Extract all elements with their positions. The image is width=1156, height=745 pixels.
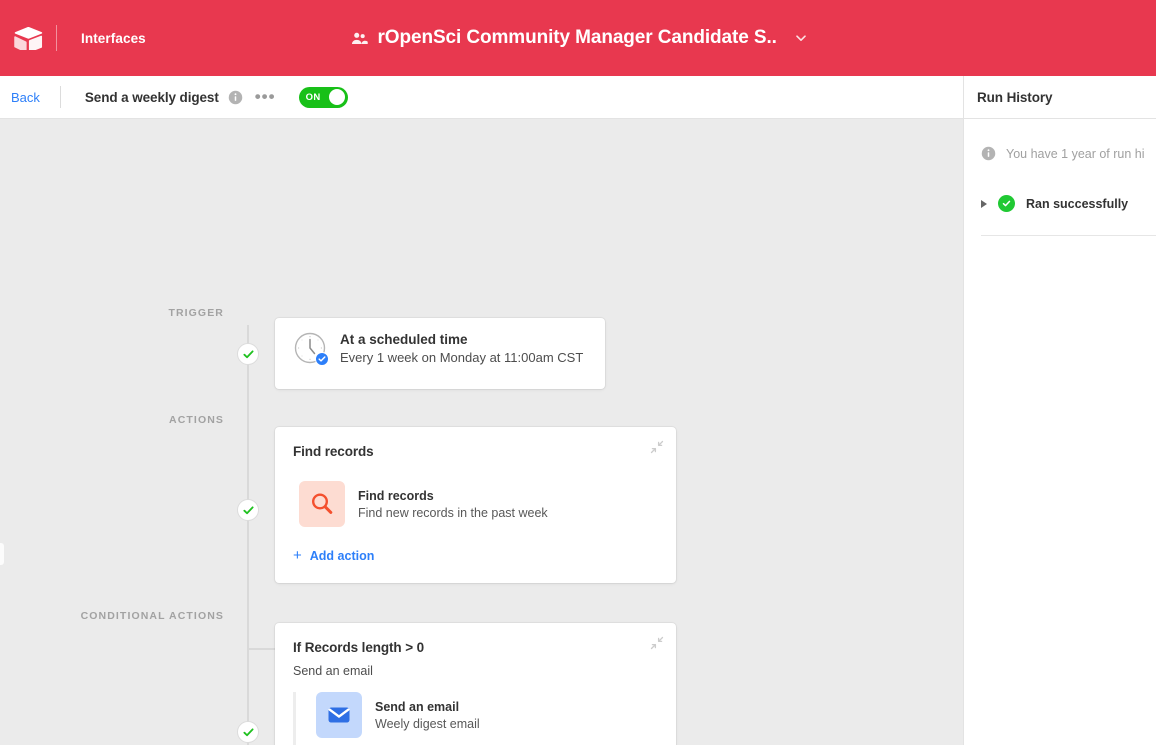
conditional-header: If Records length > 0 (275, 623, 676, 655)
automation-name[interactable]: Send a weekly digest (85, 90, 219, 105)
triangle-right-icon[interactable] (981, 199, 987, 208)
check-icon (242, 727, 254, 736)
action-text-group-email: Send an email Weely digest email (375, 700, 480, 731)
connector-line-trigger (247, 325, 249, 415)
info-icon[interactable] (228, 90, 243, 105)
check-badge-icon (315, 352, 329, 366)
airtable-logo-button[interactable] (0, 26, 56, 50)
info-icon (981, 146, 996, 161)
search-icon (311, 493, 333, 514)
more-options-button[interactable]: ••• (255, 88, 276, 105)
conditional-nested-group: Send an email Weely digest email + Add a… (293, 692, 658, 745)
automation-editor: Interfaces rOpenSci Community Manager Ca… (0, 0, 1156, 745)
connector-branch-conditional (247, 648, 277, 650)
search-icon-tile (299, 481, 345, 527)
envelope-icon (328, 707, 350, 723)
base-title[interactable]: rOpenSci Community Manager Candidate S..… (378, 27, 778, 49)
add-action-button-find[interactable]: + Add action (293, 547, 658, 564)
check-icon (1002, 200, 1011, 207)
action-title-find: Find records (358, 488, 434, 503)
app-name-label: Interfaces (81, 30, 146, 46)
check-icon (242, 349, 254, 358)
find-records-title: Find records (293, 444, 374, 459)
find-records-header: Find records (275, 427, 676, 459)
base-title-group: rOpenSci Community Manager Candidate S..… (0, 0, 1156, 76)
conditional-group-label: Send an email (293, 664, 373, 678)
trigger-title: At a scheduled time (340, 331, 468, 347)
automation-toolbar: Back Send a weekly digest ••• ON (0, 76, 963, 119)
topbar-divider (56, 25, 57, 51)
run-history-item-label: Ran successfully (1026, 196, 1129, 211)
action-text-group-find: Find records Find new records in the pas… (358, 489, 548, 520)
section-label-conditional: CONDITIONAL ACTIONS (80, 610, 224, 622)
check-circle-icon (998, 195, 1015, 212)
run-history-header: Run History (964, 76, 1156, 119)
back-button[interactable]: Back (11, 90, 40, 105)
toggle-knob (328, 89, 345, 105)
conditional-actions-card[interactable]: If Records length > 0 Send an email Send… (275, 623, 676, 745)
action-row-find[interactable]: Find records Find new records in the pas… (299, 481, 658, 527)
status-node-actions (237, 499, 259, 521)
add-action-label-find: Add action (309, 549, 375, 563)
trigger-text-group: At a scheduled time Every 1 week on Mond… (340, 332, 583, 365)
run-history-item[interactable]: Ran successfully (964, 161, 1156, 212)
automation-enabled-toggle[interactable]: ON (298, 86, 348, 108)
run-history-panel: Run History You have 1 year of run hi Ra… (963, 76, 1156, 745)
toolbar-divider (59, 86, 61, 108)
collapse-diagonal-icon[interactable] (650, 440, 664, 454)
conditional-title: If Records length > 0 (293, 640, 425, 655)
left-panel-handle[interactable] (0, 543, 4, 565)
run-history-title: Run History (977, 89, 1053, 105)
trigger-icon-wrap (293, 331, 329, 366)
chevron-down-icon[interactable] (795, 32, 807, 44)
collapse-diagonal-icon[interactable] (650, 636, 664, 650)
trigger-card[interactable]: At a scheduled time Every 1 week on Mond… (275, 318, 605, 389)
section-label-actions: ACTIONS (169, 414, 224, 426)
top-bar: Interfaces rOpenSci Community Manager Ca… (0, 0, 1156, 76)
action-description-find: Find new records in the past week (358, 505, 548, 520)
find-records-body: Find records Find new records in the pas… (275, 459, 676, 563)
plus-icon: + (293, 547, 302, 564)
find-records-card[interactable]: Find records Find records Find new recor… (275, 427, 676, 583)
trigger-description: Every 1 week on Monday at 11:00am CST (340, 349, 584, 365)
action-description-email: Weely digest email (375, 716, 480, 731)
run-history-notice-text: You have 1 year of run hi (1006, 146, 1145, 161)
toggle-state-label: ON (305, 91, 321, 103)
automation-canvas: TRIGGER ACTIONS CONDITIONAL ACTIONS At a… (0, 119, 963, 745)
run-history-divider (981, 235, 1156, 236)
status-node-trigger (237, 343, 259, 365)
check-icon (242, 505, 254, 514)
envelope-icon-tile (316, 692, 362, 738)
run-history-notice: You have 1 year of run hi (964, 119, 1156, 161)
people-icon (351, 32, 368, 44)
action-title-email: Send an email (375, 699, 460, 714)
status-node-conditional (237, 721, 259, 743)
check-icon (318, 356, 326, 362)
section-label-trigger: TRIGGER (168, 307, 224, 319)
action-row-email[interactable]: Send an email Weely digest email (316, 692, 658, 738)
airtable-logo-icon (14, 26, 43, 50)
